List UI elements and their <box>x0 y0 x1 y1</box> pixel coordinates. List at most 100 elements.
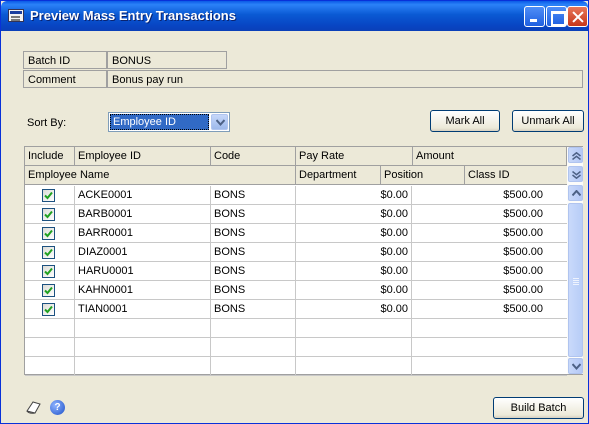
table-row[interactable]: TIAN0001 BONS $0.00 $500.00 <box>25 300 567 319</box>
cell-pay-rate: $0.00 <box>296 281 412 299</box>
close-button[interactable] <box>567 6 588 27</box>
comment-label: Comment <box>23 70 107 88</box>
batch-id-row: Batch ID BONUS <box>23 51 227 69</box>
include-checkbox[interactable] <box>42 265 55 278</box>
cell-include <box>25 357 75 375</box>
cell-employee-id: DIAZ0001 <box>75 243 211 261</box>
scroll-down-arrow-icon[interactable] <box>568 358 583 374</box>
table-row[interactable]: BARR0001 BONS $0.00 $500.00 <box>25 224 567 243</box>
cell-employee-id: ACKE0001 <box>75 186 211 204</box>
collapse-rows-button[interactable] <box>568 147 583 163</box>
expand-rows-button[interactable] <box>568 166 583 182</box>
col-department[interactable]: Department <box>296 166 381 184</box>
col-class-id[interactable]: Class ID <box>465 166 567 184</box>
include-checkbox[interactable] <box>42 208 55 221</box>
cell-include <box>25 243 75 261</box>
include-checkbox[interactable] <box>42 246 55 259</box>
grid-header-row-2: Employee Name Department Position Class … <box>25 166 567 185</box>
col-employee-id[interactable]: Employee ID <box>75 147 211 165</box>
cell-amount: $500.00 <box>503 246 543 258</box>
cell-amount: $500.00 <box>503 208 543 220</box>
table-row[interactable]: KAHN0001 BONS $0.00 $500.00 <box>25 281 567 300</box>
cell-pay-rate: $0.00 <box>296 205 412 223</box>
table-row[interactable]: ACKE0001 BONS $0.00 $500.00 <box>25 186 567 205</box>
window-icon <box>8 9 24 22</box>
grid-scrollbar[interactable] <box>567 147 583 374</box>
table-row[interactable] <box>25 357 567 376</box>
col-pay-rate[interactable]: Pay Rate <box>296 147 412 165</box>
cell-amount: $500.00 <box>503 227 543 239</box>
col-code[interactable]: Code <box>211 147 296 165</box>
cell-code: BONS <box>211 205 296 223</box>
maximize-button[interactable] <box>546 6 567 27</box>
cell-code <box>211 319 296 337</box>
table-row[interactable]: BARB0001 BONS $0.00 $500.00 <box>25 205 567 224</box>
scroll-thumb[interactable] <box>568 203 583 357</box>
mark-all-button[interactable]: Mark All <box>430 110 500 132</box>
cell-code <box>211 338 296 356</box>
help-icon[interactable]: ? <box>50 400 65 415</box>
sort-by-dropdown[interactable]: Employee ID <box>108 112 230 132</box>
cell-employee-id: TIAN0001 <box>75 300 211 318</box>
note-icon[interactable] <box>25 400 42 415</box>
cell-include <box>25 262 75 280</box>
cell-code: BONS <box>211 262 296 280</box>
cell-amount <box>412 319 567 337</box>
cell-amount: $500.00 <box>503 265 543 277</box>
chevron-down-icon[interactable] <box>211 114 228 130</box>
window-title: Preview Mass Entry Transactions <box>30 8 236 23</box>
cell-pay-rate: $0.00 <box>296 262 412 280</box>
batch-id-value: BONUS <box>107 51 227 69</box>
cell-include <box>25 300 75 318</box>
cell-include <box>25 338 75 356</box>
build-batch-button[interactable]: Build Batch <box>493 397 584 419</box>
col-include[interactable]: Include <box>25 147 75 165</box>
cell-code <box>211 357 296 375</box>
cell-amount <box>412 338 567 356</box>
cell-include <box>25 205 75 223</box>
cell-pay-rate: $0.00 <box>296 186 412 204</box>
comment-value: Bonus pay run <box>107 70 583 88</box>
scroll-up-arrow-icon[interactable] <box>568 185 583 201</box>
table-row[interactable] <box>25 319 567 338</box>
cell-include <box>25 319 75 337</box>
cell-employee-id <box>75 319 211 337</box>
cell-pay-rate <box>296 319 412 337</box>
cell-employee-id: BARR0001 <box>75 224 211 242</box>
minimize-button[interactable] <box>524 6 545 27</box>
batch-info: Batch ID BONUS Comment Bonus pay run <box>23 51 583 89</box>
cell-pay-rate <box>296 338 412 356</box>
table-row[interactable] <box>25 338 567 357</box>
cell-pay-rate: $0.00 <box>296 224 412 242</box>
col-amount[interactable]: Amount <box>412 147 567 165</box>
grid-header-row-1: Include Employee ID Code Pay Rate Amount <box>25 147 567 166</box>
include-checkbox[interactable] <box>42 227 55 240</box>
cell-include <box>25 224 75 242</box>
cell-amount: $500.00 <box>503 189 543 201</box>
col-employee-name[interactable]: Employee Name <box>25 166 296 184</box>
preview-mass-entry-window: Preview Mass Entry Transactions Batch ID… <box>0 0 589 424</box>
cell-pay-rate <box>296 357 412 375</box>
unmark-all-button[interactable]: Unmark All <box>512 110 584 132</box>
cell-include <box>25 186 75 204</box>
include-checkbox[interactable] <box>42 189 55 202</box>
cell-code: BONS <box>211 281 296 299</box>
cell-include <box>25 281 75 299</box>
cell-code: BONS <box>211 243 296 261</box>
sort-by-label: Sort By: <box>27 117 67 129</box>
cell-amount: $500.00 <box>503 303 543 315</box>
cell-code: BONS <box>211 300 296 318</box>
grip-icon <box>573 278 579 279</box>
cell-pay-rate: $0.00 <box>296 243 412 261</box>
comment-row: Comment Bonus pay run <box>23 70 583 88</box>
include-checkbox[interactable] <box>42 303 55 316</box>
cell-pay-rate: $0.00 <box>296 300 412 318</box>
title-bar[interactable]: Preview Mass Entry Transactions <box>1 1 588 31</box>
col-position[interactable]: Position <box>381 166 465 184</box>
cell-employee-id: KAHN0001 <box>75 281 211 299</box>
table-row[interactable]: HARU0001 BONS $0.00 $500.00 <box>25 262 567 281</box>
cell-employee-id <box>75 338 211 356</box>
sort-by-selected: Employee ID <box>110 114 209 130</box>
table-row[interactable]: DIAZ0001 BONS $0.00 $500.00 <box>25 243 567 262</box>
include-checkbox[interactable] <box>42 284 55 297</box>
